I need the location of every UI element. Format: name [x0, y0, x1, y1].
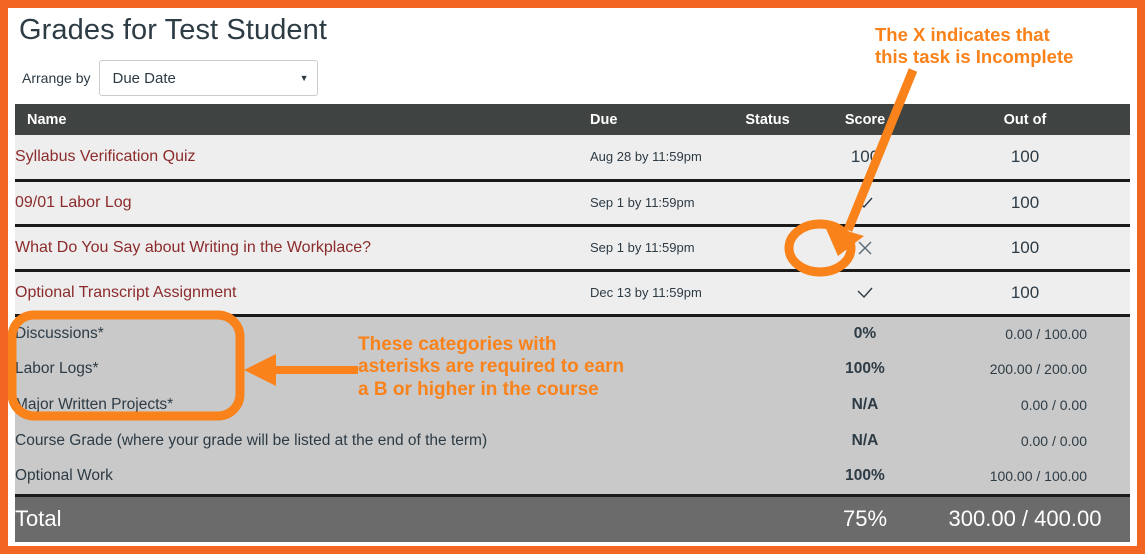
category-due	[590, 459, 725, 495]
header-row: Name Due Status Score Out of	[15, 104, 1130, 135]
check-icon	[854, 192, 876, 214]
arrange-by-select[interactable]: Due Date ▼	[99, 60, 319, 96]
assignment-status	[725, 225, 810, 270]
assignment-status	[725, 270, 810, 315]
total-due	[590, 495, 725, 542]
table-row: Discussions* 0% 0.00 / 100.00	[15, 315, 1130, 351]
table-body: Syllabus Verification Quiz Aug 28 by 11:…	[15, 135, 1130, 542]
category-due	[590, 387, 725, 423]
category-name: Labor Logs*	[15, 360, 99, 377]
category-percent: N/A	[851, 396, 879, 413]
grades-page: Grades for Test Student Arrange by Due D…	[8, 8, 1137, 546]
table-row: What Do You Say about Writing in the Wor…	[15, 225, 1130, 270]
table-row: Labor Logs* 100% 200.00 / 200.00	[15, 351, 1130, 387]
category-out-of: 100.00 / 100.00	[989, 468, 1087, 485]
column-header-score[interactable]: Score	[810, 104, 920, 135]
assignment-due-date: Sep 1 by 11:59pm	[590, 240, 695, 255]
assignment-link[interactable]: What Do You Say about Writing in the Wor…	[15, 225, 590, 270]
grades-table: Name Due Status Score Out of Syllabus Ve…	[15, 104, 1130, 542]
category-name: Course Grade (where your grade will be l…	[15, 432, 488, 449]
column-header-due[interactable]: Due	[590, 104, 725, 135]
total-row: Total 75% 300.00 / 400.00	[15, 495, 1130, 542]
category-percent: N/A	[851, 432, 879, 449]
assignment-link[interactable]: Syllabus Verification Quiz	[15, 135, 590, 180]
category-percent: 0%	[853, 324, 877, 342]
category-percent: 100%	[845, 360, 885, 377]
assignment-out-of: 100	[1010, 146, 1040, 166]
assignment-score-complete	[810, 270, 920, 315]
assignment-due-date: Sep 1 by 11:59pm	[590, 195, 695, 210]
assignment-score: 100	[850, 146, 880, 166]
category-status	[725, 315, 810, 351]
page-title: Grades for Test Student	[19, 14, 328, 46]
category-status	[725, 459, 810, 495]
chevron-down-icon: ▼	[299, 72, 309, 83]
x-icon	[854, 237, 876, 259]
table-row: Course Grade (where your grade will be l…	[15, 423, 1130, 459]
total-percent: 75%	[842, 506, 888, 532]
total-label: Total	[15, 506, 62, 532]
total-status	[725, 495, 810, 542]
assignment-link[interactable]: 09/01 Labor Log	[15, 180, 590, 225]
check-icon	[854, 282, 876, 304]
category-name: Optional Work	[15, 467, 113, 485]
category-due	[590, 351, 725, 387]
category-status	[725, 387, 810, 423]
category-status	[725, 351, 810, 387]
assignment-score-incomplete	[810, 225, 920, 270]
table-row: Optional Work 100% 100.00 / 100.00	[15, 459, 1130, 495]
assignment-link[interactable]: Optional Transcript Assignment	[15, 270, 590, 315]
assignment-due-date: Aug 28 by 11:59pm	[590, 149, 702, 165]
assignment-score-complete	[810, 180, 920, 225]
annotation-incomplete-note: The X indicates that this task is Incomp…	[875, 24, 1074, 67]
category-out-of: 0.00 / 100.00	[1005, 325, 1087, 342]
category-out-of: 200.00 / 200.00	[989, 361, 1087, 377]
table-row: 09/01 Labor Log Sep 1 by 11:59pm 100	[15, 180, 1130, 225]
assignment-out-of: 100	[1010, 282, 1040, 302]
category-name: Discussions*	[15, 324, 104, 342]
assignment-out-of: 100	[1010, 237, 1040, 257]
table-row: Optional Transcript Assignment Dec 13 by…	[15, 270, 1130, 315]
assignment-due-date: Dec 13 by 11:59pm	[590, 285, 702, 300]
column-header-name[interactable]: Name	[15, 104, 590, 135]
table-row: Major Written Projects* N/A 0.00 / 0.00	[15, 387, 1130, 423]
assignment-out-of: 100	[1010, 192, 1040, 212]
column-header-out-of[interactable]: Out of	[920, 104, 1130, 135]
category-out-of: 0.00 / 0.00	[1020, 433, 1087, 449]
arrange-by-control: Arrange by Due Date ▼	[22, 60, 319, 96]
screenshot-frame: Grades for Test Student Arrange by Due D…	[0, 0, 1145, 554]
category-due	[590, 423, 725, 459]
assignment-status	[725, 180, 810, 225]
category-out-of: 0.00 / 0.00	[1020, 397, 1087, 413]
table-row: Syllabus Verification Quiz Aug 28 by 11:…	[15, 135, 1130, 180]
table-header: Name Due Status Score Out of	[15, 104, 1130, 135]
total-out-of: 300.00 / 400.00	[948, 506, 1102, 532]
category-due	[590, 315, 725, 351]
arrange-by-label: Arrange by	[22, 70, 91, 86]
category-name: Major Written Projects*	[15, 396, 174, 413]
category-percent: 100%	[845, 467, 885, 485]
column-header-status[interactable]: Status	[725, 104, 810, 135]
assignment-status	[725, 135, 810, 180]
arrange-by-selected-value: Due Date	[112, 69, 176, 87]
category-status	[725, 423, 810, 459]
